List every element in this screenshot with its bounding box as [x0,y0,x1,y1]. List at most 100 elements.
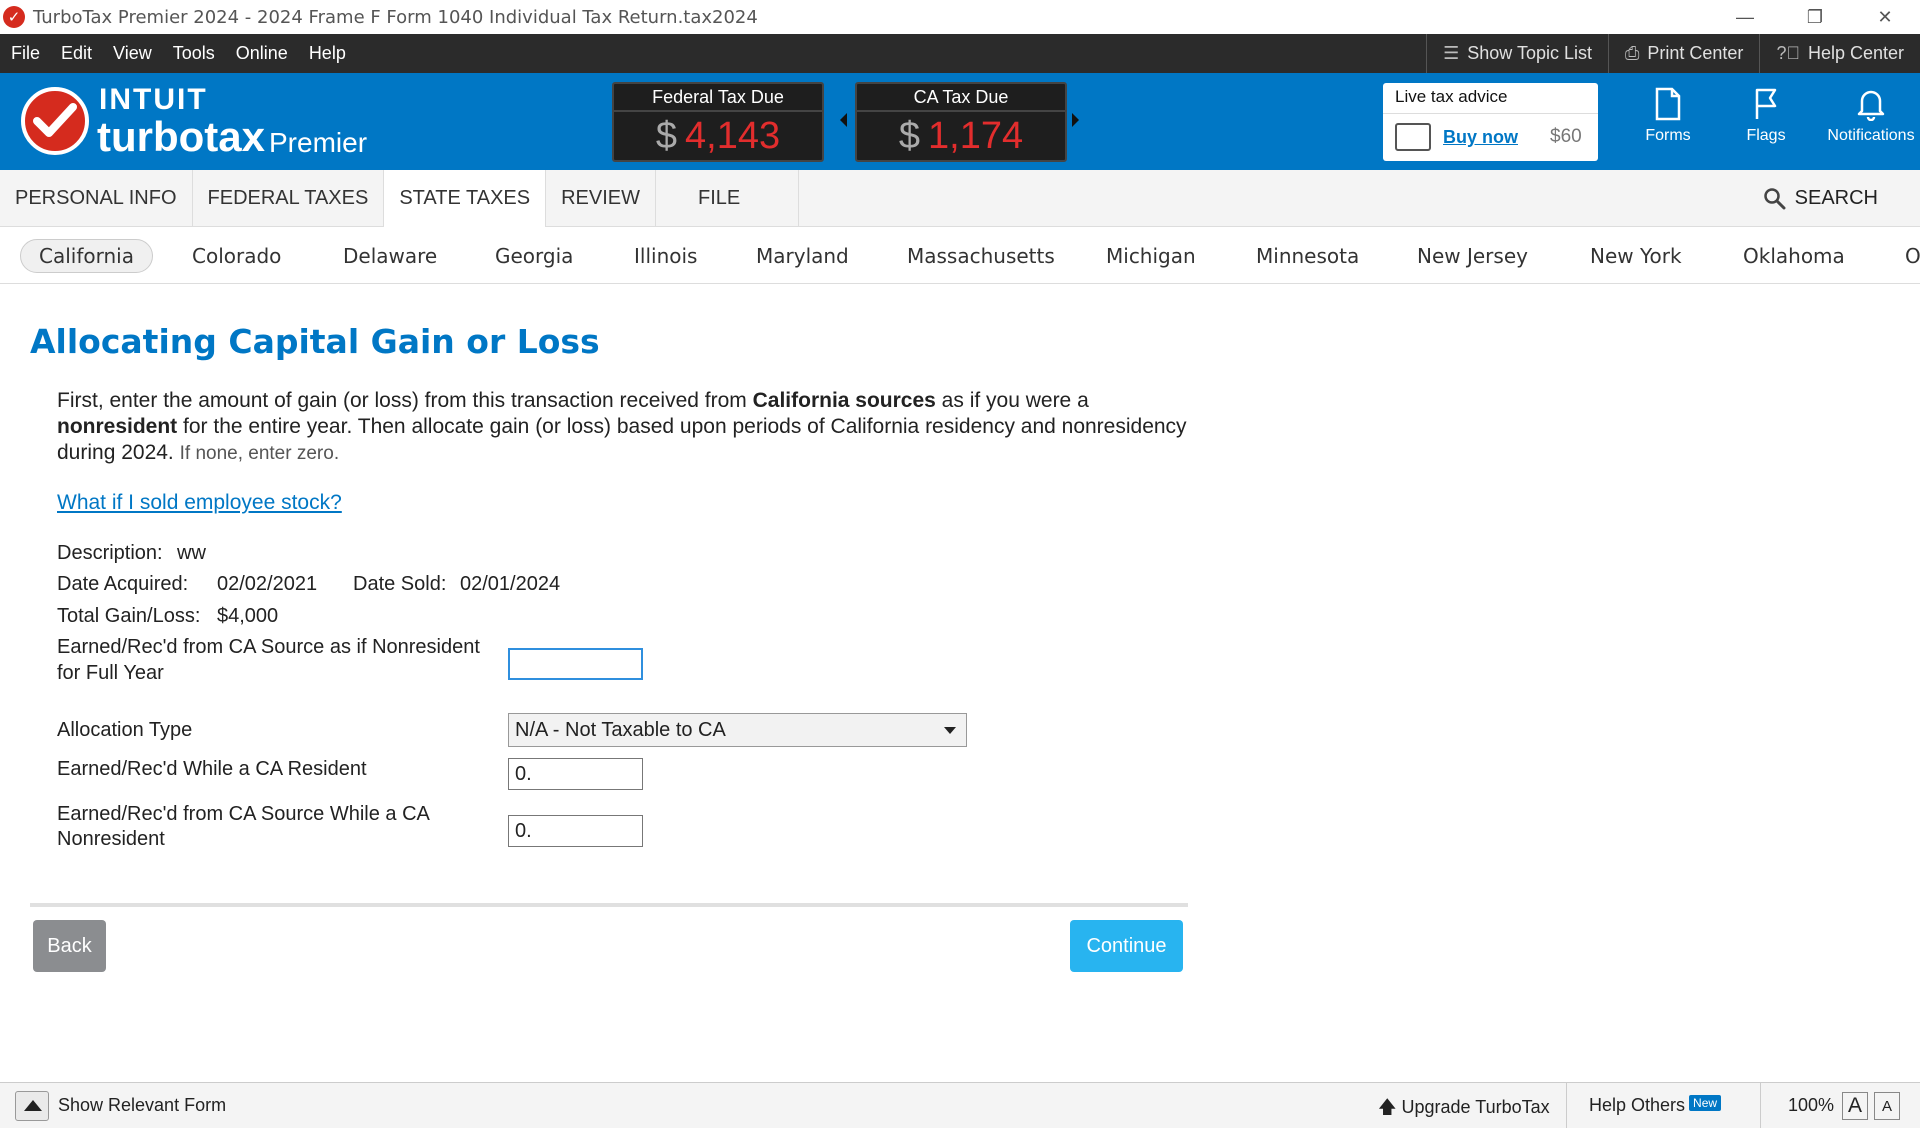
date-sold-label: Date Sold: [353,573,447,595]
earned-nonres-full-year-label-cont: for Full Year [57,662,164,684]
buy-now-link[interactable]: Buy now [1443,127,1518,148]
show-relevant-form-label[interactable]: Show Relevant Form [58,1095,226,1116]
ca-amount-value: 1,174 [928,115,1024,157]
show-topic-list-label: Show Topic List [1467,43,1592,63]
earned-while-resident-input[interactable]: 0. [508,758,643,790]
back-button[interactable]: Back [33,920,106,972]
ca-tax-due-box[interactable]: CA Tax Due $1,174 [855,82,1067,162]
earned-nonres-full-year-input[interactable] [508,648,643,680]
menu-edit[interactable]: Edit [61,43,92,64]
state-tab-maryland[interactable]: Maryland [756,239,849,273]
state-tab-georgia[interactable]: Georgia [495,239,573,273]
state-tabs: California Colorado Delaware Georgia Ill… [0,227,1920,284]
tab-federal-taxes[interactable]: FEDERAL TAXES [193,170,385,227]
menu-online[interactable]: Online [236,43,288,64]
help-center-button[interactable]: ?⃝ Help Center [1759,34,1920,73]
state-tab-new-york[interactable]: New York [1590,239,1682,273]
minimize-button[interactable]: — [1710,0,1780,34]
turbotax-logo-text: turbotax [97,113,265,160]
refund-meter-prev-icon[interactable] [840,113,847,127]
federal-tax-due-box[interactable]: Federal Tax Due $4,143 [612,82,824,162]
document-icon [1655,87,1681,121]
notifications-button[interactable]: Notifications [1825,87,1917,145]
turbotax-check-logo-icon [21,87,89,155]
state-tab-california[interactable]: California [20,239,153,273]
intro-text: First, enter the amount of gain (or loss… [57,388,1187,467]
close-button[interactable]: ✕ [1850,0,1920,34]
state-tab-michigan[interactable]: Michigan [1106,239,1196,273]
earned-while-nonresident-label: Earned/Rec'd from CA Source While a CA [57,803,430,825]
tab-review[interactable]: REVIEW [546,170,656,227]
earned-while-nonresident-input[interactable]: 0. [508,815,643,847]
allocation-type-select[interactable]: N/A - Not Taxable to CA [508,713,967,747]
printer-icon: ⎙ [1624,43,1640,63]
advice-divider [1383,113,1598,114]
intro-bold-california-sources: California sources [752,389,936,412]
turbotax-app-icon: ✓ [3,6,25,28]
date-acquired-value: 02/02/2021 [217,573,318,595]
forms-label: Forms [1645,127,1691,144]
state-tab-oklahoma[interactable]: Oklahoma [1743,239,1845,273]
date-acquired-label: Date Acquired: [57,573,189,595]
search-label: SEARCH [1794,187,1878,209]
description-value: ww [177,542,206,564]
print-center-button[interactable]: ⎙ Print Center [1607,34,1759,73]
upgrade-turbotax-link[interactable]: 🡅 Upgrade TurboTax [1378,1095,1550,1125]
app-header: INTUIT turbotax Premier Federal Tax Due … [0,73,1920,170]
intro-part-1: First, enter the amount of gain (or loss… [57,389,753,412]
help-others-link[interactable]: Help Others New [1589,1095,1722,1116]
chevron-down-icon [944,727,956,734]
state-tab-illinois[interactable]: Illinois [634,239,697,273]
status-separator [1566,1083,1567,1128]
forms-button[interactable]: Forms [1642,87,1694,145]
question-icon: ?⃝ [1776,43,1800,63]
tab-state-taxes[interactable]: STATE TAXES [384,170,547,227]
federal-amount-value: 4,143 [685,115,781,157]
menu-tools[interactable]: Tools [173,43,215,64]
federal-tax-due-amount: $4,143 [614,112,822,160]
menu-help[interactable]: Help [309,43,346,64]
ca-currency: $ [898,115,921,157]
notifications-label: Notifications [1827,127,1915,144]
description-label: Description: [57,542,163,564]
triangle-up-icon [24,1100,42,1111]
flags-label: Flags [1746,127,1786,144]
state-tab-massachusetts[interactable]: Massachusetts [907,239,1055,273]
allocation-type-label: Allocation Type [57,719,193,741]
flags-button[interactable]: Flags [1742,87,1790,145]
show-topic-list-button[interactable]: ☰ Show Topic List [1426,34,1608,73]
live-tax-advice-title: Live tax advice [1395,87,1508,106]
refund-meter-next-icon[interactable] [1072,113,1079,127]
state-tab-colorado[interactable]: Colorado [192,239,281,273]
ca-tax-due-label: CA Tax Due [857,84,1065,112]
help-center-label: Help Center [1807,43,1904,63]
search-icon [1763,187,1786,209]
font-size-large-button[interactable]: A [1842,1092,1868,1120]
date-sold-value: 02/01/2024 [460,573,561,595]
intro-if-none: If none, enter zero. [179,443,340,464]
continue-button[interactable]: Continue [1070,920,1183,972]
search-button[interactable]: SEARCH [1763,170,1878,227]
menu-right-actions: ☰ Show Topic List ⎙ Print Center ?⃝ Help… [1426,34,1920,73]
total-gain-loss-value: $4,000 [217,605,279,627]
font-size-small-button[interactable]: A [1874,1092,1900,1120]
restore-button[interactable]: ❐ [1780,0,1850,34]
earned-while-nonresident-label-cont: Nonresident [57,828,165,850]
tab-personal-info[interactable]: PERSONAL INFO [0,170,193,227]
window-title: TurboTax Premier 2024 - 2024 Frame F For… [33,6,758,28]
list-icon: ☰ [1443,43,1460,63]
state-tab-new-jersey[interactable]: New Jersey [1417,239,1528,273]
menu-view[interactable]: View [113,43,152,64]
status-separator [1760,1083,1761,1128]
state-tab-overflow[interactable]: O [1905,239,1920,273]
state-tab-delaware[interactable]: Delaware [343,239,437,273]
page-title: Allocating Capital Gain or Loss [30,322,600,361]
allocation-type-value: N/A - Not Taxable to CA [515,719,726,741]
state-tab-minnesota[interactable]: Minnesota [1256,239,1359,273]
menu-file[interactable]: File [11,43,40,64]
tab-file[interactable]: FILE [656,170,800,227]
upgrade-turbotax-label: Upgrade TurboTax [1401,1097,1550,1117]
intro-bold-nonresident: nonresident [57,415,178,438]
employee-stock-help-link[interactable]: What if I sold employee stock? [57,491,342,515]
show-relevant-form-toggle[interactable] [15,1091,49,1121]
